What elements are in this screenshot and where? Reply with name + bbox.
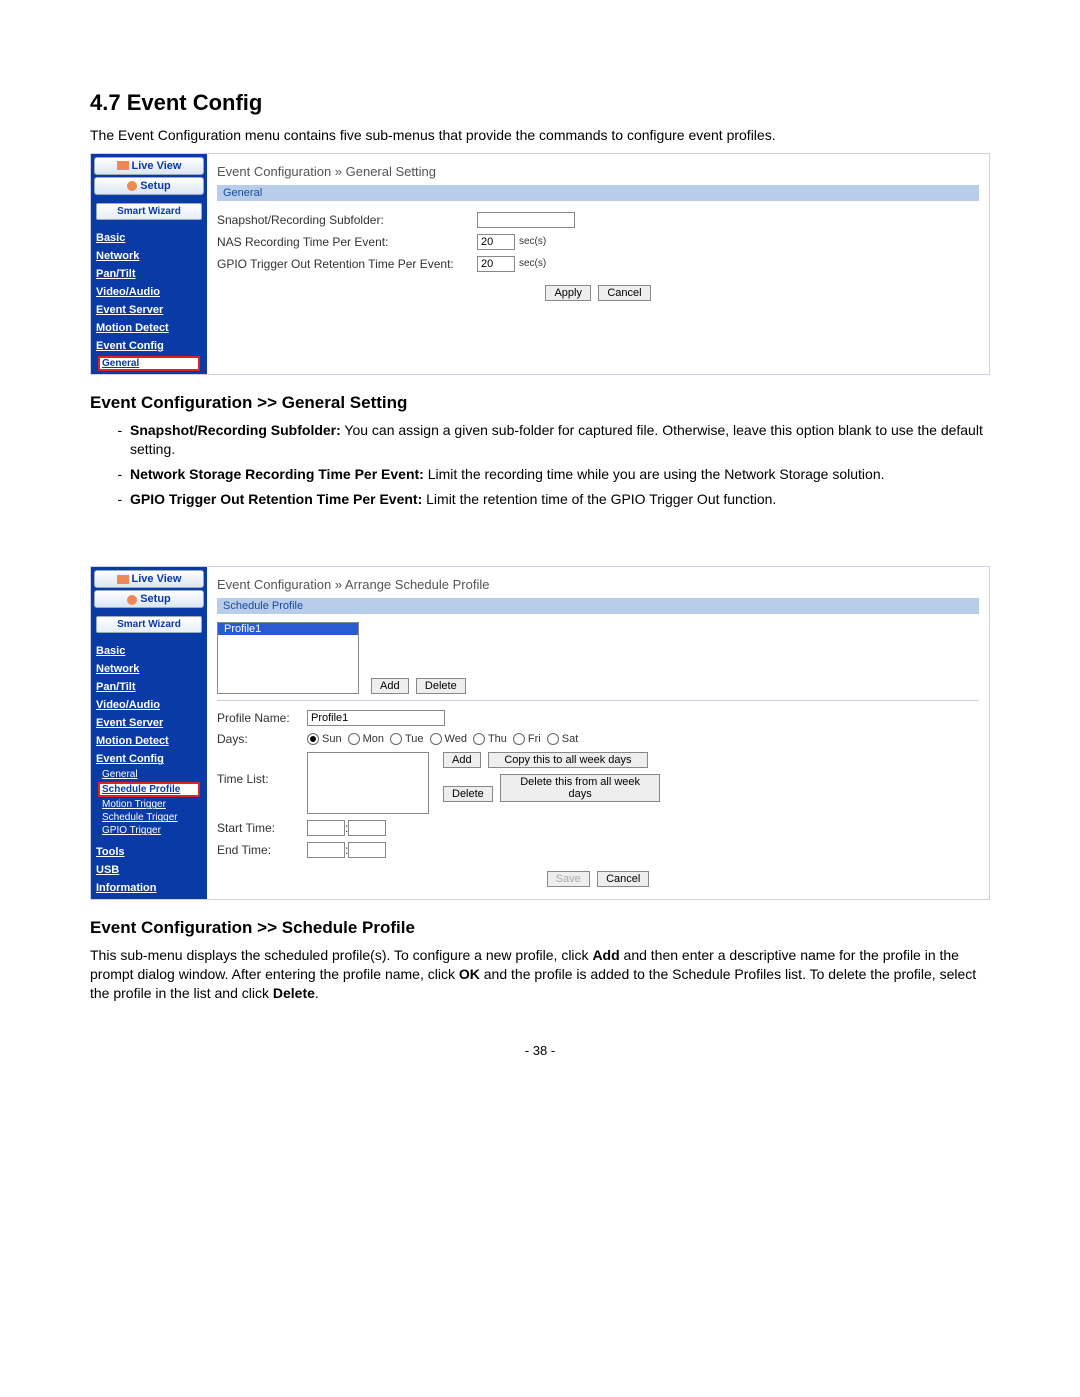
input-end-min[interactable] — [348, 842, 386, 858]
label-end-time: End Time: — [217, 843, 307, 857]
sidebar-item-basic[interactable]: Basic — [94, 230, 204, 246]
delete-button[interactable]: Delete — [416, 678, 466, 694]
sidebar-sub-general[interactable]: General — [94, 769, 204, 780]
input-end-hour[interactable] — [307, 842, 345, 858]
sidebar: Live View Setup Smart Wizard Basic Netwo… — [91, 567, 207, 899]
sidebar-sub-general[interactable]: General — [98, 356, 200, 371]
radio-tue[interactable]: Tue — [390, 733, 424, 745]
live-view-button[interactable]: Live View — [94, 157, 204, 175]
unit-gpio: sec(s) — [519, 258, 546, 269]
radio-sun[interactable]: Sun — [307, 733, 342, 745]
label-days: Days: — [217, 732, 307, 746]
para2: This sub-menu displays the scheduled pro… — [90, 946, 990, 1003]
b3-text: Limit the retention time of the GPIO Tri… — [422, 491, 776, 507]
sidebar-sub-motion-trigger[interactable]: Motion Trigger — [94, 799, 204, 810]
section-heading: 4.7 Event Config — [90, 90, 990, 116]
radio-wed[interactable]: Wed — [430, 733, 467, 745]
gear-icon — [127, 595, 137, 605]
b1-bold: Snapshot/Recording Subfolder: — [130, 422, 341, 438]
timelist-box[interactable] — [307, 752, 429, 814]
profile-list-item[interactable]: Profile1 — [218, 623, 358, 635]
content-panel: Event Configuration » Arrange Schedule P… — [207, 567, 989, 899]
b2-bold: Network Storage Recording Time Per Event… — [130, 466, 424, 482]
b3-bold: GPIO Trigger Out Retention Time Per Even… — [130, 491, 422, 507]
content-panel: Event Configuration » General Setting Ge… — [207, 154, 989, 374]
label-profile-name: Profile Name: — [217, 711, 307, 725]
group-header-general: General — [217, 185, 979, 201]
sidebar-item-information[interactable]: Information — [94, 880, 204, 896]
sidebar-sub-schedule-profile[interactable]: Schedule Profile — [98, 782, 200, 797]
smart-wizard-button[interactable]: Smart Wizard — [96, 203, 202, 220]
gear-icon — [127, 181, 137, 191]
bullet-list-1: Snapshot/Recording Subfolder: You can as… — [130, 421, 990, 509]
sidebar-item-videoaudio[interactable]: Video/Audio — [94, 284, 204, 300]
b2-text: Limit the recording time while you are u… — [424, 466, 885, 482]
profile-listbox[interactable]: Profile1 — [217, 622, 359, 694]
sidebar-item-videoaudio[interactable]: Video/Audio — [94, 697, 204, 713]
sidebar-item-eventconfig[interactable]: Event Config — [94, 751, 204, 767]
sidebar-item-eventserver[interactable]: Event Server — [94, 715, 204, 731]
sidebar-item-network[interactable]: Network — [94, 661, 204, 677]
smart-wizard-button[interactable]: Smart Wizard — [96, 616, 202, 633]
radio-fri[interactable]: Fri — [513, 733, 541, 745]
sidebar-item-pantilt[interactable]: Pan/Tilt — [94, 266, 204, 282]
breadcrumb: Event Configuration » General Setting — [217, 160, 979, 185]
add-button[interactable]: Add — [371, 678, 409, 694]
sidebar-item-eventconfig[interactable]: Event Config — [94, 338, 204, 354]
sidebar-item-usb[interactable]: USB — [94, 862, 204, 878]
cancel-button[interactable]: Cancel — [598, 285, 650, 301]
timelist-delete-button[interactable]: Delete — [443, 786, 493, 802]
breadcrumb: Event Configuration » Arrange Schedule P… — [217, 573, 979, 598]
sub2-heading: Event Configuration >> Schedule Profile — [90, 918, 990, 938]
delete-all-button[interactable]: Delete this from all week days — [500, 774, 660, 802]
unit-nas: sec(s) — [519, 236, 546, 247]
sidebar-item-tools[interactable]: Tools — [94, 844, 204, 860]
sub1-heading: Event Configuration >> General Setting — [90, 393, 990, 413]
sidebar-sub-gpio-trigger[interactable]: GPIO Trigger — [94, 825, 204, 836]
sidebar: Live View Setup Smart Wizard Basic Netwo… — [91, 154, 207, 374]
sidebar-item-pantilt[interactable]: Pan/Tilt — [94, 679, 204, 695]
radio-thu[interactable]: Thu — [473, 733, 507, 745]
label-start-time: Start Time: — [217, 821, 307, 835]
intro-paragraph: The Event Configuration menu contains fi… — [90, 126, 990, 145]
sidebar-item-motiondetect[interactable]: Motion Detect — [94, 733, 204, 749]
input-subfolder[interactable] — [477, 212, 575, 228]
sidebar-item-basic[interactable]: Basic — [94, 643, 204, 659]
label-gpio-time: GPIO Trigger Out Retention Time Per Even… — [217, 257, 477, 271]
timelist-add-button[interactable]: Add — [443, 752, 481, 768]
input-gpio-time[interactable] — [477, 256, 515, 272]
screenshot-schedule-profile: Live View Setup Smart Wizard Basic Netwo… — [90, 566, 990, 900]
input-nas-time[interactable] — [477, 234, 515, 250]
input-start-hour[interactable] — [307, 820, 345, 836]
label-nas-time: NAS Recording Time Per Event: — [217, 235, 477, 249]
screenshot-general-setting: Live View Setup Smart Wizard Basic Netwo… — [90, 153, 990, 375]
sidebar-item-network[interactable]: Network — [94, 248, 204, 264]
radio-mon[interactable]: Mon — [348, 733, 384, 745]
input-profile-name[interactable] — [307, 710, 445, 726]
setup-button[interactable]: Setup — [94, 177, 204, 195]
camera-icon — [117, 575, 129, 584]
apply-button[interactable]: Apply — [545, 285, 591, 301]
group-header-schedule: Schedule Profile — [217, 598, 979, 614]
live-view-button[interactable]: Live View — [94, 570, 204, 588]
sidebar-item-eventserver[interactable]: Event Server — [94, 302, 204, 318]
camera-icon — [117, 161, 129, 170]
label-timelist: Time List: — [217, 752, 307, 786]
label-subfolder: Snapshot/Recording Subfolder: — [217, 213, 477, 227]
input-start-min[interactable] — [348, 820, 386, 836]
sidebar-item-motiondetect[interactable]: Motion Detect — [94, 320, 204, 336]
save-button[interactable]: Save — [547, 871, 590, 887]
copy-all-button[interactable]: Copy this to all week days — [488, 752, 648, 768]
sidebar-sub-schedule-trigger[interactable]: Schedule Trigger — [94, 812, 204, 823]
page-number: - 38 - — [90, 1043, 990, 1058]
setup-button[interactable]: Setup — [94, 590, 204, 608]
cancel-button[interactable]: Cancel — [597, 871, 649, 887]
radio-sat[interactable]: Sat — [547, 733, 579, 745]
